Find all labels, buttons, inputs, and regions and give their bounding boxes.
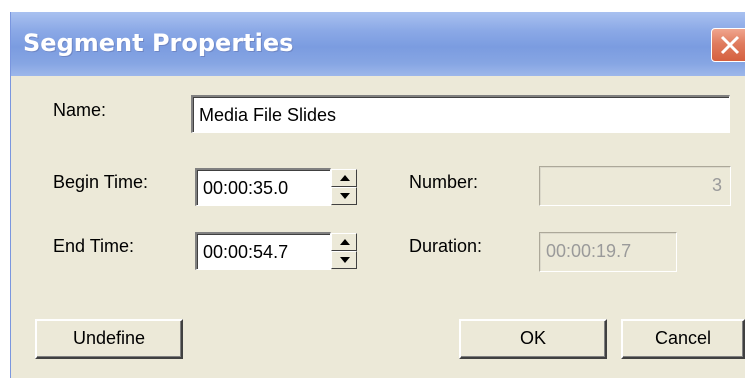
undefine-button[interactable]: Undefine (35, 319, 183, 359)
end-time-up-button[interactable] (331, 233, 357, 251)
name-label: Name: (53, 100, 107, 120)
begin-time-spinner[interactable] (331, 169, 357, 205)
window-title: Segment Properties (23, 29, 294, 57)
name-input[interactable]: Media File Slides (191, 95, 730, 133)
cancel-button[interactable]: Cancel (621, 319, 745, 359)
begin-time-label: Begin Time: (53, 172, 149, 192)
number-label: Number: (409, 172, 479, 192)
number-field: 3 (539, 166, 731, 206)
end-time-spinner[interactable] (331, 233, 357, 269)
end-time-down-button[interactable] (331, 251, 357, 269)
segment-properties-dialog: Segment Properties Name: Media File Slid… (10, 12, 745, 378)
begin-time-up-button[interactable] (331, 169, 357, 187)
begin-time-input[interactable]: 00:00:35.0 (195, 168, 331, 206)
ok-button[interactable]: OK (459, 319, 607, 359)
begin-time-down-button[interactable] (331, 187, 357, 205)
duration-field: 00:00:19.7 (539, 232, 677, 272)
end-time-label: End Time: (53, 236, 135, 256)
title-bar[interactable]: Segment Properties (11, 12, 745, 76)
close-button[interactable] (711, 28, 745, 62)
end-time-input[interactable]: 00:00:54.7 (195, 232, 331, 270)
duration-label: Duration: (409, 236, 483, 256)
